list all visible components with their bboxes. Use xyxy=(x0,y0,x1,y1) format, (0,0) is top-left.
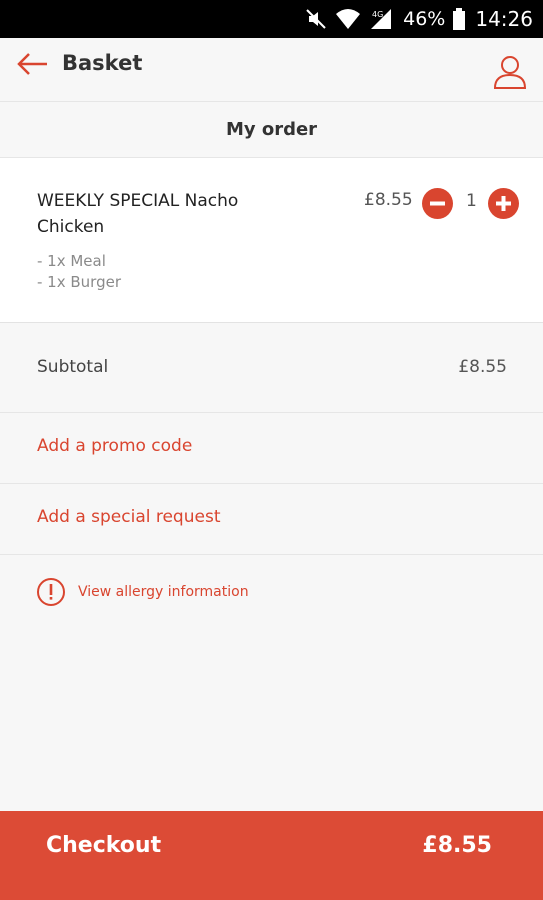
wifi-icon xyxy=(335,8,361,30)
minus-icon xyxy=(430,201,445,206)
allergy-info-label[interactable]: View allergy information xyxy=(78,584,249,600)
status-bar: 4G 46% 14:26 xyxy=(0,0,543,38)
battery-percentage: 46% xyxy=(403,8,446,30)
item-options: - 1x Meal - 1x Burger xyxy=(37,251,121,293)
battery-icon xyxy=(453,8,466,30)
promo-code-row[interactable]: Add a promo code xyxy=(0,413,543,484)
special-request-row[interactable]: Add a special request xyxy=(0,484,543,555)
clock: 14:26 xyxy=(475,7,533,31)
checkout-button[interactable]: Checkout £8.55 xyxy=(0,811,543,900)
item-option: - 1x Meal xyxy=(37,252,106,270)
app-header: Basket xyxy=(0,38,543,102)
basket-item: WEEKLY SPECIAL Nacho Chicken - 1x Meal -… xyxy=(0,158,543,323)
page-title: Basket xyxy=(62,51,143,75)
cell-signal-icon: 4G xyxy=(369,8,395,30)
subtotal-row: Subtotal £8.55 xyxy=(0,323,543,413)
back-button[interactable] xyxy=(16,50,52,78)
mute-icon xyxy=(305,8,327,30)
item-price: £8.55 xyxy=(364,190,413,210)
alert-circle-icon xyxy=(37,578,65,606)
user-icon xyxy=(493,56,527,89)
promo-code-link[interactable]: Add a promo code xyxy=(37,436,192,456)
plus-icon xyxy=(496,196,511,211)
network-label: 4G xyxy=(372,10,383,19)
item-name: WEEKLY SPECIAL Nacho Chicken xyxy=(37,191,239,237)
decrease-quantity-button[interactable] xyxy=(422,188,453,219)
checkout-label: Checkout xyxy=(46,833,162,858)
order-section-header: My order xyxy=(0,102,543,158)
section-title: My order xyxy=(225,119,318,140)
account-button[interactable] xyxy=(493,54,527,90)
special-request-link[interactable]: Add a special request xyxy=(37,507,220,527)
item-quantity: 1 xyxy=(466,191,477,211)
item-option: - 1x Burger xyxy=(37,273,121,291)
subtotal-value: £8.55 xyxy=(458,357,507,377)
subtotal-label: Subtotal xyxy=(37,357,109,377)
increase-quantity-button[interactable] xyxy=(488,188,519,219)
back-arrow-icon xyxy=(17,53,47,75)
allergy-info-link[interactable]: View allergy information xyxy=(36,577,249,607)
checkout-total: £8.55 xyxy=(422,833,492,858)
